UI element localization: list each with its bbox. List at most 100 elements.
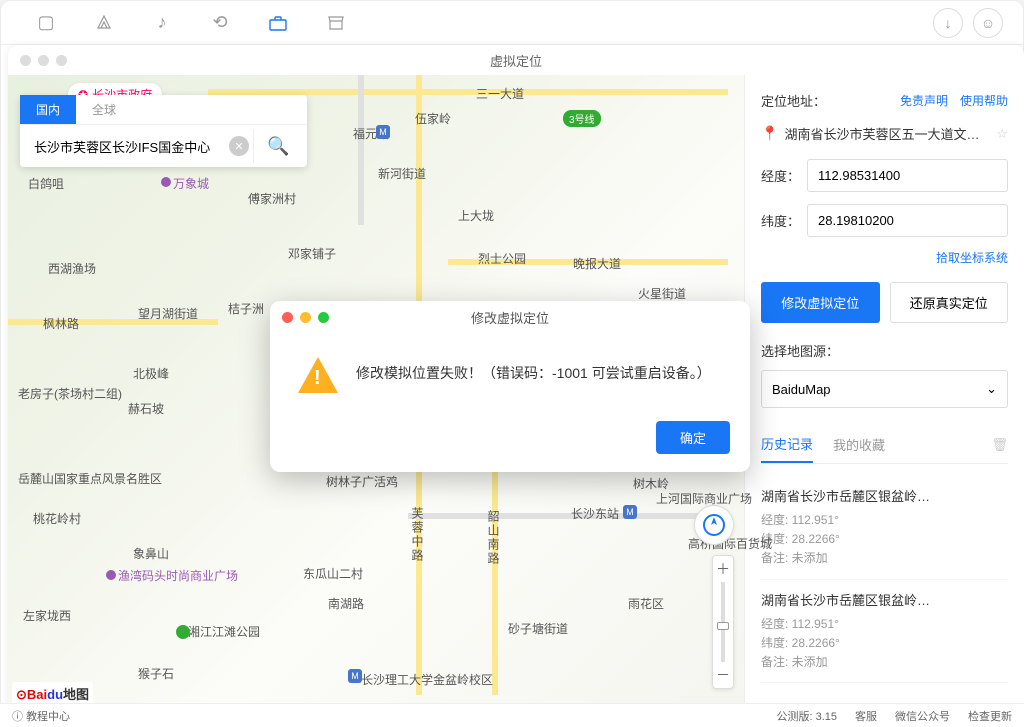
map-label: 芙蓉中路: [409, 507, 426, 563]
trash-icon[interactable]: 🗑: [991, 437, 1008, 453]
map-label: 傅家洲村: [248, 190, 296, 207]
close-icon[interactable]: [282, 312, 293, 323]
tab-global[interactable]: 全球: [76, 95, 132, 124]
search-input[interactable]: [24, 131, 229, 162]
help-link[interactable]: 使用帮助: [960, 92, 1008, 109]
map-label: 长沙理工大学金盆岭校区: [361, 671, 493, 688]
map-label: 渔湾码头时尚商业广场: [118, 567, 238, 584]
zoom-slider[interactable]: [721, 582, 725, 662]
map-label: 三一大道: [476, 85, 524, 102]
restore-location-button[interactable]: 还原真实定位: [890, 282, 1009, 323]
modal-message: 修改模拟位置失败！（错误码：-1001 可尝试重启设备。）: [356, 357, 711, 384]
map-label: 湘江江滩公园: [188, 623, 260, 640]
map-label: 左家垅西: [23, 607, 71, 624]
update-link[interactable]: 检查更新: [968, 708, 1012, 724]
tab-favorites[interactable]: 我的收藏: [833, 427, 885, 462]
map-label: 树林子广活鸡: [326, 473, 398, 490]
map-label: 西湖渔场: [48, 260, 96, 277]
tab-history[interactable]: 历史记录: [761, 426, 813, 463]
close-icon[interactable]: [20, 55, 31, 66]
user-icon[interactable]: ☺: [973, 8, 1003, 38]
zoom-out-button[interactable]: －: [714, 666, 732, 684]
store-icon[interactable]: [311, 8, 361, 38]
download-icon[interactable]: ↓: [933, 8, 963, 38]
baidu-logo: ⊙Baidu地图: [12, 682, 93, 705]
chevron-down-icon: ⌄: [986, 381, 997, 397]
history-meta: 经度: 112.951° 纬度: 28.2266° 备注: 未添加: [761, 615, 1008, 673]
map-label: 烈士公园: [478, 250, 526, 267]
lat-input[interactable]: [807, 204, 1008, 237]
version-text: 公测版: 3.15: [776, 708, 837, 724]
map-label: 韶山南路: [485, 510, 502, 566]
metro-icon: M: [623, 505, 637, 519]
map-label: 桔子洲: [228, 300, 264, 317]
search-box: 国内 全球 ✕ 🔍: [20, 95, 307, 167]
search-button[interactable]: 🔍: [253, 129, 303, 163]
map-label: 砂子塘街道: [508, 620, 568, 637]
music-icon[interactable]: ♪: [137, 8, 187, 38]
map-label: 上河国际商业广场: [656, 490, 752, 507]
map-label: 长沙东站: [571, 505, 619, 522]
map-label: 火星街道: [638, 285, 686, 302]
compass-control[interactable]: [694, 505, 734, 545]
favorite-icon[interactable]: ☆: [996, 126, 1008, 142]
history-item[interactable]: 湖南省长沙市岳麓区银盆岭… 经度: 112.951° 纬度: 28.2266° …: [761, 476, 1008, 580]
map-label: 南湖路: [328, 595, 364, 612]
lat-label: 纬度：: [761, 211, 807, 230]
map-label: 邓家铺子: [288, 245, 336, 262]
history-title: 湖南省长沙市岳麓区银盆岭…: [761, 590, 1008, 609]
lng-input[interactable]: [807, 159, 1008, 192]
service-link[interactable]: 客服: [855, 708, 877, 724]
maximize-icon[interactable]: [318, 312, 329, 323]
tutorial-link[interactable]: ⓘ 教程中心: [12, 708, 70, 724]
map-label: 东瓜山二村: [303, 565, 363, 582]
error-modal: 修改虚拟定位 修改模拟位置失败！（错误码：-1001 可尝试重启设备。） 确定: [270, 301, 750, 472]
pin-icon: 📍: [761, 125, 778, 142]
ok-button[interactable]: 确定: [656, 421, 730, 454]
phone-icon[interactable]: ▢: [21, 8, 71, 38]
history-item[interactable]: 湖南省长沙市岳麓区银盆岭… 经度: 112.951° 纬度: 28.2266° …: [761, 580, 1008, 684]
zoom-in-button[interactable]: ＋: [714, 560, 732, 578]
map-label: 3号线: [563, 110, 601, 127]
map-label: 雨花区: [628, 595, 664, 612]
map-label: 晚报大道: [573, 255, 621, 272]
map-label: 新河街道: [378, 165, 426, 182]
map-label: 北极峰: [133, 365, 169, 382]
history-meta: 经度: 112.951° 纬度: 28.2266° 备注: 未添加: [761, 511, 1008, 569]
modify-location-button[interactable]: 修改虚拟定位: [761, 282, 880, 323]
map-label: 望月湖街道: [138, 305, 198, 322]
map-source-select[interactable]: BaiduMap⌄: [761, 370, 1008, 408]
map-label: 岳麓山国家重点风景名胜区: [18, 470, 162, 487]
toolbox-icon[interactable]: [253, 8, 303, 38]
map-label: 赫石坡: [128, 400, 164, 417]
address-text: 湖南省长沙市芙蓉区五一大道文…: [784, 124, 990, 143]
wechat-link[interactable]: 微信公众号: [895, 708, 950, 724]
sync-icon[interactable]: ⟲: [195, 8, 245, 38]
poi-icon: [106, 570, 116, 580]
metro-icon: M: [348, 669, 362, 683]
poi-icon: [161, 177, 171, 187]
clear-icon[interactable]: ✕: [229, 136, 249, 156]
minimize-icon[interactable]: [38, 55, 49, 66]
tab-domestic[interactable]: 国内: [20, 95, 76, 124]
history-title: 湖南省长沙市岳麓区银盆岭…: [761, 486, 1008, 505]
minimize-icon[interactable]: [300, 312, 311, 323]
map-label: 枫林路: [43, 315, 79, 332]
disclaimer-link[interactable]: 免责声明: [900, 92, 948, 109]
park-icon: [176, 625, 190, 639]
modal-title: 修改虚拟定位: [471, 308, 549, 327]
map-label: 猴子石: [138, 665, 174, 682]
maximize-icon[interactable]: [56, 55, 67, 66]
map-label: 伍家岭: [415, 110, 451, 127]
statusbar: ⓘ 教程中心 公测版: 3.15 客服 微信公众号 检查更新: [1, 703, 1023, 725]
main-toolbar: ▢ ♪ ⟲ ↓ ☺: [1, 1, 1023, 45]
warning-icon: [298, 357, 338, 397]
pick-coords-link[interactable]: 拾取坐标系统: [936, 251, 1008, 265]
map-source-label: 选择地图源：: [761, 341, 1008, 360]
map-label: 象鼻山: [133, 545, 169, 562]
map-label: 万象城: [173, 175, 209, 192]
metro-icon: M: [376, 125, 390, 139]
map-label: 上大垅: [458, 207, 494, 224]
apps-icon[interactable]: [79, 8, 129, 38]
window-titlebar: 虚拟定位: [8, 45, 1023, 75]
